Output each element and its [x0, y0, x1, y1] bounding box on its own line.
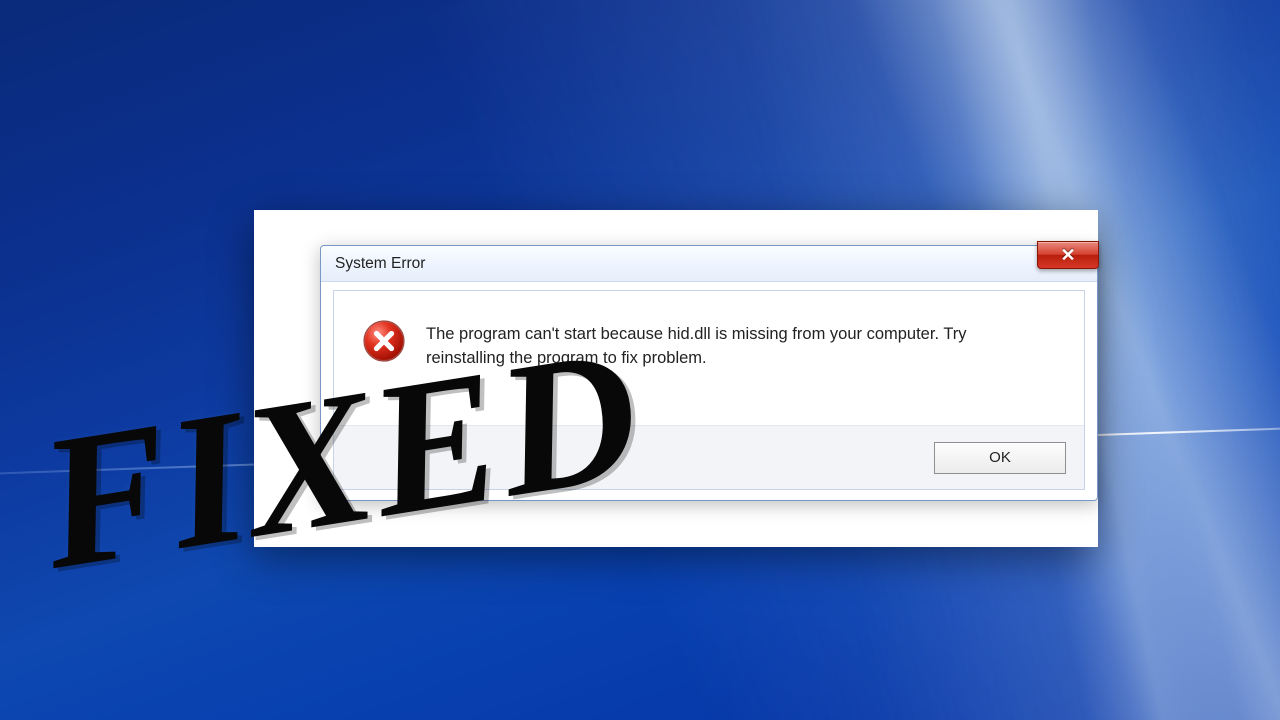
close-button[interactable]: ✕ — [1037, 241, 1099, 269]
dialog-titlebar[interactable]: System Error ✕ — [321, 246, 1097, 282]
error-message: The program can't start because hid.dll … — [426, 319, 986, 371]
error-icon — [362, 319, 406, 368]
ok-button[interactable]: OK — [934, 442, 1066, 474]
dialog-title: System Error — [335, 255, 425, 273]
dialog-button-row: OK — [334, 425, 1084, 489]
error-dialog: System Error ✕ — [320, 245, 1098, 501]
dialog-content: The program can't start because hid.dll … — [334, 291, 1084, 425]
dialog-body: The program can't start because hid.dll … — [333, 290, 1085, 490]
close-icon: ✕ — [1060, 246, 1075, 264]
